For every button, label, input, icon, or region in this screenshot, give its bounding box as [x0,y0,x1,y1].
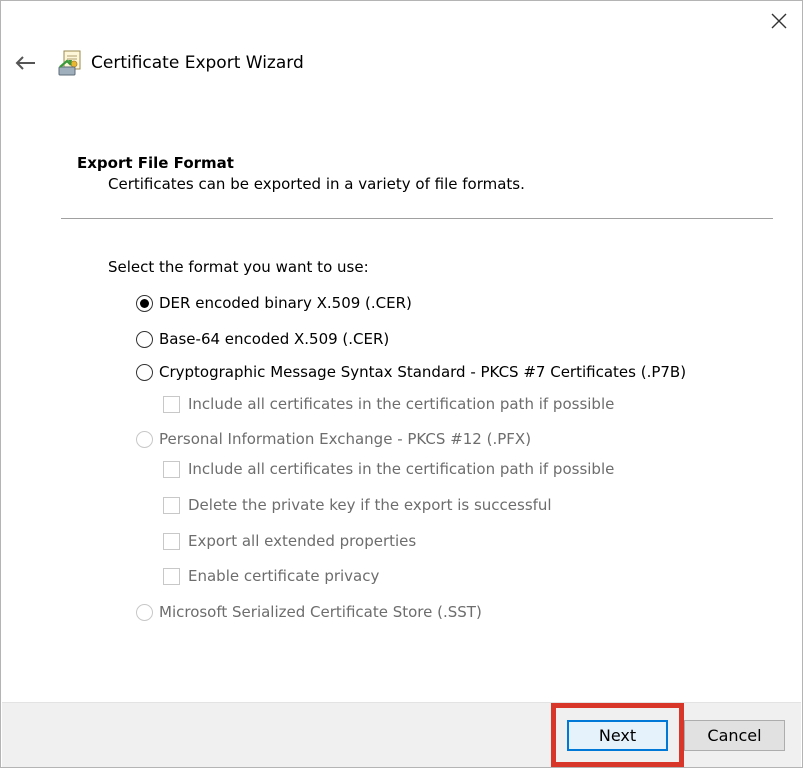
checkbox-p7b-include-path: Include all certificates in the certific… [163,395,614,413]
radio-der[interactable]: DER encoded binary X.509 (.CER) [136,294,412,312]
checkbox [163,496,180,514]
radio-label: Base-64 encoded X.509 (.CER) [159,330,390,348]
checkbox-pfx-enable-privacy: Enable certificate privacy [163,567,379,585]
section-description: Certificates can be exported in a variet… [108,175,525,193]
radio-base64[interactable]: Base-64 encoded X.509 (.CER) [136,330,389,348]
checkbox-label: Include all certificates in the certific… [188,395,615,413]
radio-label: Cryptographic Message Syntax Standard - … [159,363,687,381]
radio-pfx: Personal Information Exchange - PKCS #12… [136,430,531,448]
certificate-icon [57,49,83,77]
checkbox-label: Include all certificates in the certific… [188,460,615,478]
radio-button [136,430,153,448]
window-title: Certificate Export Wizard [91,53,304,73]
cancel-button[interactable]: Cancel [684,720,785,751]
radio-label: Microsoft Serialized Certificate Store (… [159,603,482,621]
radio-button[interactable] [136,363,153,381]
checkbox-pfx-export-properties: Export all extended properties [163,532,416,550]
radio-button[interactable] [136,294,153,312]
checkbox [163,532,180,550]
back-button[interactable] [11,49,39,77]
checkbox-pfx-delete-key: Delete the private key if the export is … [163,496,552,514]
radio-sst: Microsoft Serialized Certificate Store (… [136,603,482,621]
format-prompt: Select the format you want to use: [108,258,369,276]
section-heading: Export File Format [77,154,234,172]
radio-button [136,603,153,621]
next-button-highlight [551,703,684,767]
checkbox [163,460,180,478]
radio-label: Personal Information Exchange - PKCS #12… [159,430,532,448]
checkbox [163,395,180,413]
checkbox [163,567,180,585]
radio-button[interactable] [136,330,153,348]
checkbox-label: Enable certificate privacy [188,567,380,585]
radio-label: DER encoded binary X.509 (.CER) [159,294,412,312]
checkbox-label: Export all extended properties [188,532,417,550]
close-icon [771,13,787,29]
header-divider [61,218,773,219]
close-button[interactable] [756,1,802,41]
radio-selected-dot [140,298,149,308]
arrow-left-icon [15,56,35,70]
radio-pkcs7[interactable]: Cryptographic Message Syntax Standard - … [136,363,686,381]
checkbox-pfx-include-path: Include all certificates in the certific… [163,460,614,478]
wizard-window: Certificate Export Wizard Export File Fo… [0,0,803,768]
checkbox-label: Delete the private key if the export is … [188,496,552,514]
